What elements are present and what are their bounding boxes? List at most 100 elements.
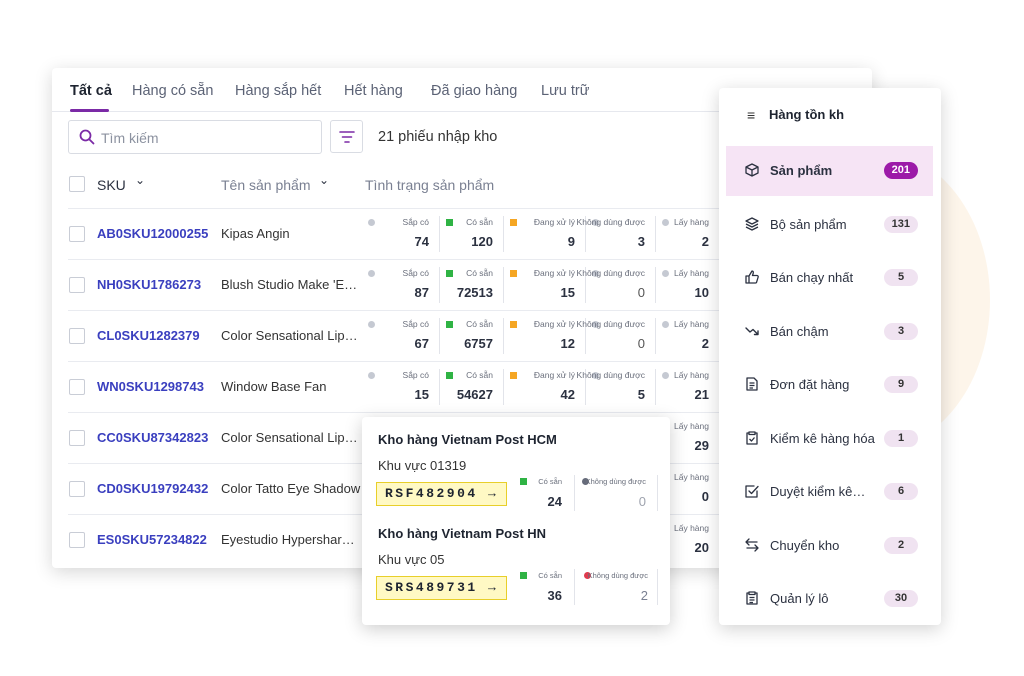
- processing-stat: Đang xử lý 15: [504, 267, 586, 303]
- row-checkbox[interactable]: [69, 379, 85, 395]
- sku-link[interactable]: ES0SKU57234822: [97, 532, 207, 547]
- count-badge: 2: [884, 536, 918, 554]
- stat-label: Sắp có: [402, 370, 429, 380]
- select-all-checkbox[interactable]: [69, 176, 85, 192]
- row-checkbox[interactable]: [69, 430, 85, 446]
- tab-delivered[interactable]: Đã giao hàng: [431, 83, 517, 99]
- stat-label: Đang xử lý: [533, 268, 575, 278]
- warehouse-name: Kho hàng Vietnam Post HCM: [378, 432, 557, 447]
- sidebar-item-transfer[interactable]: Chuyển kho 2: [726, 521, 933, 571]
- sidebar-item-trend-down[interactable]: Bán chậm 3: [726, 307, 933, 357]
- tab-available[interactable]: Hàng có sẵn: [132, 83, 213, 99]
- stat-label: Đang xử lý: [533, 319, 575, 329]
- processing-dot-icon: [510, 321, 517, 328]
- sidebar-item-check-square[interactable]: Duyệt kiểm kê… 6: [726, 467, 933, 517]
- column-header-name[interactable]: Tên sản phẩm: [221, 177, 311, 193]
- tab-all[interactable]: Tất cả: [70, 83, 112, 99]
- filter-button[interactable]: [330, 120, 363, 153]
- active-tab-indicator: [70, 109, 109, 112]
- unusable-stat: Không dùng được 2: [584, 571, 648, 609]
- stat-value: 3: [637, 234, 645, 249]
- sidebar-header: ≡ Hàng tồn kh: [719, 88, 941, 143]
- stat-label: Lấy hàng: [674, 370, 709, 380]
- picking-dot-icon: [662, 321, 669, 328]
- stat-value: 36: [547, 588, 562, 603]
- product-name: Eyestudio Hypersharp Liner: [221, 532, 361, 547]
- stat-value: 9: [567, 234, 575, 249]
- coming-dot-icon: [368, 321, 375, 328]
- sku-link[interactable]: NH0SKU1786273: [97, 277, 201, 292]
- transfer-icon: [745, 537, 759, 552]
- sidebar-item-label: Đơn đặt hàng: [770, 377, 850, 392]
- stat-value: 21: [694, 387, 709, 402]
- product-name: Color Sensational Lip Cream: [221, 430, 361, 445]
- count-badge: 201: [883, 162, 918, 179]
- name-sort-chevron-icon[interactable]: ⌄: [319, 173, 329, 187]
- row-checkbox[interactable]: [69, 277, 85, 293]
- unusable-stat: Không dùng được 0: [582, 477, 646, 515]
- stat-label: Không dùng được: [576, 217, 645, 227]
- stat-label: Có sẵn: [466, 268, 493, 278]
- stat-label: Có sẵn: [466, 319, 493, 329]
- warehouse-name: Kho hàng Vietnam Post HN: [378, 526, 547, 541]
- sku-link[interactable]: CD0SKU19792432: [97, 481, 208, 496]
- filter-icon: [339, 131, 355, 143]
- processing-stat: Đang xử lý 12: [504, 318, 586, 354]
- stat-value: 0: [638, 494, 646, 509]
- row-checkbox[interactable]: [69, 226, 85, 242]
- sidebar-item-label: Bộ sản phẩm: [770, 216, 847, 232]
- picking-stat: Lấy hàng 10: [656, 267, 720, 303]
- stat-value: 20: [694, 540, 709, 555]
- tab-out-of-stock[interactable]: Hết hàng: [344, 83, 403, 99]
- product-name: Color Tatto Eye Shadow: [221, 481, 361, 496]
- available-stat: Có sẵn 120: [440, 216, 504, 252]
- stat-label: Lấy hàng: [674, 421, 709, 431]
- stat-value: 0: [637, 336, 645, 351]
- available-dot-icon: [520, 572, 527, 579]
- coming-dot-icon: [368, 372, 375, 379]
- menu-icon[interactable]: ≡: [747, 107, 755, 123]
- stat-label: Đang xử lý: [533, 370, 575, 380]
- stat-label: Có sẵn: [466, 370, 493, 380]
- picking-stat: Lấy hàng 21: [656, 369, 720, 405]
- stat-value: 67: [414, 336, 429, 351]
- sidebar-item-box[interactable]: Sản phẩm 201: [726, 146, 933, 196]
- available-dot-icon: [446, 321, 453, 328]
- sku-link[interactable]: AB0SKU12000255: [97, 226, 208, 241]
- processing-dot-icon: [510, 372, 517, 379]
- row-checkbox[interactable]: [69, 328, 85, 344]
- warehouse-code-link[interactable]: RSF482904 →: [376, 482, 508, 506]
- row-checkbox[interactable]: [69, 532, 85, 548]
- sku-link[interactable]: CC0SKU87342823: [97, 430, 208, 445]
- count-badge: 5: [884, 269, 918, 286]
- sidebar-item-layers[interactable]: Bộ sản phẩm 131: [726, 200, 933, 250]
- sidebar-item-document[interactable]: Đơn đặt hàng 9: [726, 360, 933, 410]
- stat-label: Lấy hàng: [674, 472, 709, 482]
- sidebar-item-clipboard-check[interactable]: Kiểm kê hàng hóa 1: [726, 414, 933, 464]
- tab-running-low[interactable]: Hàng sắp hết: [235, 83, 321, 99]
- stat-value: 2: [701, 336, 709, 351]
- processing-dot-icon: [510, 219, 517, 226]
- sidebar-item-clipboard-list[interactable]: Quản lý lô 30: [726, 574, 933, 624]
- warehouse-code-link[interactable]: SRS489731 →: [376, 576, 508, 600]
- processing-dot-icon: [510, 270, 517, 277]
- picking-dot-icon: [662, 372, 669, 379]
- picking-stat: Lấy hàng 2: [656, 318, 720, 354]
- stat-label: Đang xử lý: [533, 217, 575, 227]
- sidebar-item-label: Bán chậm: [770, 323, 829, 339]
- thumbs-up-icon: [745, 270, 759, 284]
- coming-stat: Sắp có 74: [368, 216, 440, 252]
- tab-archived[interactable]: Lưu trữ: [541, 83, 589, 99]
- check-square-icon: [745, 485, 759, 498]
- column-header-sku[interactable]: SKU: [97, 177, 126, 193]
- sidebar-item-label: Duyệt kiểm kê…: [770, 484, 866, 499]
- sidebar-item-thumbs-up[interactable]: Bán chạy nhất 5: [726, 253, 933, 303]
- sku-link[interactable]: CL0SKU1282379: [97, 328, 200, 343]
- sku-sort-chevron-icon[interactable]: ⌄: [135, 173, 145, 187]
- stat-value: 120: [471, 234, 493, 249]
- sku-link[interactable]: WN0SKU1298743: [97, 379, 204, 394]
- row-checkbox[interactable]: [69, 481, 85, 497]
- search-input[interactable]: [101, 128, 311, 148]
- available-dot-icon: [446, 372, 453, 379]
- sidebar-title: Hàng tồn kh: [769, 107, 845, 122]
